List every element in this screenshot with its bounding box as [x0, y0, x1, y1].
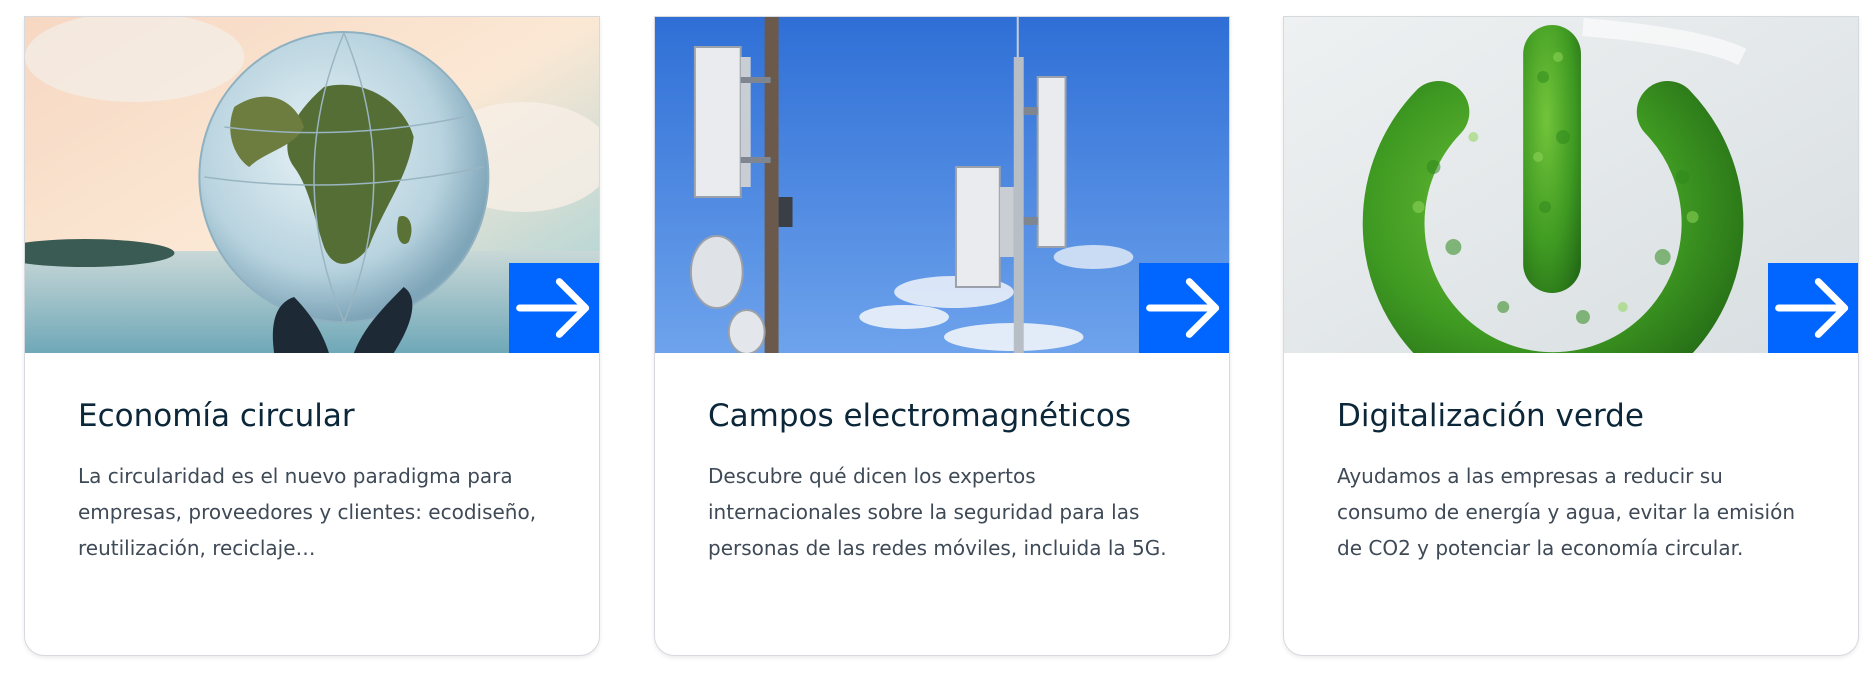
card-arrow-button[interactable]: [509, 263, 599, 353]
card-content: Economía circular La circularidad es el …: [25, 353, 599, 566]
card-description: Ayudamos a las empresas a reducir su con…: [1337, 464, 1796, 560]
card-description: Descubre qué dicen los expertos internac…: [708, 464, 1167, 560]
card-economia-circular[interactable]: Economía circular La circularidad es el …: [24, 16, 600, 656]
card-campos-electromagneticos[interactable]: Campos electromagnéticos Descubre qué di…: [654, 16, 1230, 656]
card-title[interactable]: Economía circular: [78, 396, 546, 436]
arrow-right-icon: [516, 278, 590, 338]
card-arrow-button[interactable]: [1139, 263, 1229, 353]
card-content: Campos electromagnéticos Descubre qué di…: [655, 353, 1229, 566]
card-title[interactable]: Campos electromagnéticos: [708, 396, 1176, 436]
card-content: Digitalización verde Ayudamos a las empr…: [1284, 353, 1858, 566]
card-image-globe[interactable]: [25, 17, 599, 353]
cards-grid: Economía circular La circularidad es el …: [0, 0, 1874, 679]
card-image-power-symbol[interactable]: [1284, 17, 1858, 353]
card-title[interactable]: Digitalización verde: [1337, 396, 1805, 436]
card-arrow-button[interactable]: [1768, 263, 1858, 353]
arrow-right-icon: [1146, 278, 1220, 338]
card-description: La circularidad es el nuevo paradigma pa…: [78, 464, 537, 560]
card-digitalizacion-verde[interactable]: Digitalización verde Ayudamos a las empr…: [1283, 16, 1859, 656]
card-image-antennas[interactable]: [655, 17, 1229, 353]
arrow-right-icon: [1775, 278, 1849, 338]
